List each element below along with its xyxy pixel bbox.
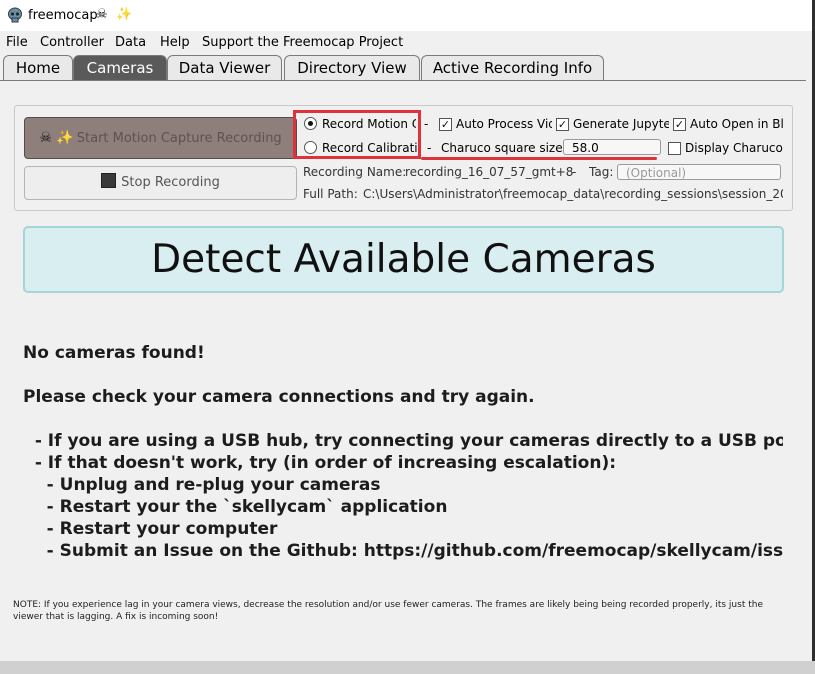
status-bar [0,661,815,674]
sparkles-icon: ✨ [116,7,133,22]
annotation-underline [421,157,657,160]
skull-icon: ☠ [96,7,108,22]
window-title: freemocap [28,8,98,23]
stop-recording-button[interactable]: Stop Recording [24,166,297,200]
message-no-cameras: No cameras found! [23,343,205,363]
tab-bar: Home Cameras Data Viewer Directory View … [0,55,815,81]
auto-process-checkbox[interactable]: ✓ [439,118,452,131]
message-submit-issue: - Submit an Issue on the Github: https:/… [23,541,783,561]
menu-data[interactable]: Data [115,35,146,51]
message-replug: - Unplug and re-plug your cameras [23,475,381,495]
message-usb-hub: - If you are using a USB hub, try connec… [23,431,783,451]
tab-home[interactable]: Home [3,55,73,80]
charuco-size-label: Charuco square size ( [441,141,572,155]
menu-controller[interactable]: Controller [40,35,104,51]
charuco-size-input[interactable]: 58.0 [563,139,661,155]
start-recording-button[interactable]: ☠ ✨ Start Motion Capture Recording [24,117,297,159]
menu-help[interactable]: Help [160,35,190,51]
tab-directory-view[interactable]: Directory View [284,55,420,80]
start-recording-label: Start Motion Capture Recording [76,131,282,146]
full-path-value: C:\Users\Administrator\freemocap_data\re… [363,187,783,201]
generate-jupyter-checkbox[interactable]: ✓ [556,118,569,131]
tag-input[interactable]: (Optional) [617,164,781,180]
auto-open-checkbox[interactable]: ✓ [673,118,686,131]
menu-support[interactable]: Support the Freemocap Project [202,35,403,51]
menu-file[interactable]: File [6,35,28,51]
annotation-highlight-box [293,110,421,159]
recording-name-label: Recording Name: [303,165,407,179]
separator: - [427,141,432,155]
recording-name-value: recording_16_07_57_gmt+8 [405,165,574,179]
separator: - [572,165,577,179]
full-path-label: Full Path: [303,187,358,201]
skull-app-icon [8,7,22,23]
tab-active-recording-info[interactable]: Active Recording Info [421,55,604,80]
separator: - [424,117,429,131]
generate-jupyter-label: Generate Jupyte [573,117,669,131]
menu-bar: File Controller Data Help Support the Fr… [0,33,815,53]
title-bar: freemocap ☠ ✨ [0,0,815,31]
tag-label: Tag: [589,165,614,179]
detect-cameras-button[interactable]: Detect Available Cameras [23,226,784,293]
skull-sparkles-icon: ☠ ✨ [39,130,74,146]
tab-cameras[interactable]: Cameras [73,55,167,80]
message-escalation: - If that doesn't work, try (in order of… [23,453,617,473]
stop-square-icon [101,173,117,188]
auto-process-label: Auto Process Vid [456,117,552,131]
tab-data-viewer[interactable]: Data Viewer [167,55,282,80]
display-charuco-checkbox[interactable] [668,142,681,155]
lag-note: NOTE: If you experience lag in your came… [13,600,763,622]
message-check-connections: Please check your camera connections and… [23,387,535,407]
message-restart-app: - Restart your the `skellycam` applicati… [23,497,448,517]
display-charuco-label: Display Charuco C [685,141,784,155]
stop-recording-label: Stop Recording [121,175,220,190]
auto-open-label: Auto Open in Ble [690,117,784,131]
message-restart-computer: - Restart your computer [23,519,278,539]
